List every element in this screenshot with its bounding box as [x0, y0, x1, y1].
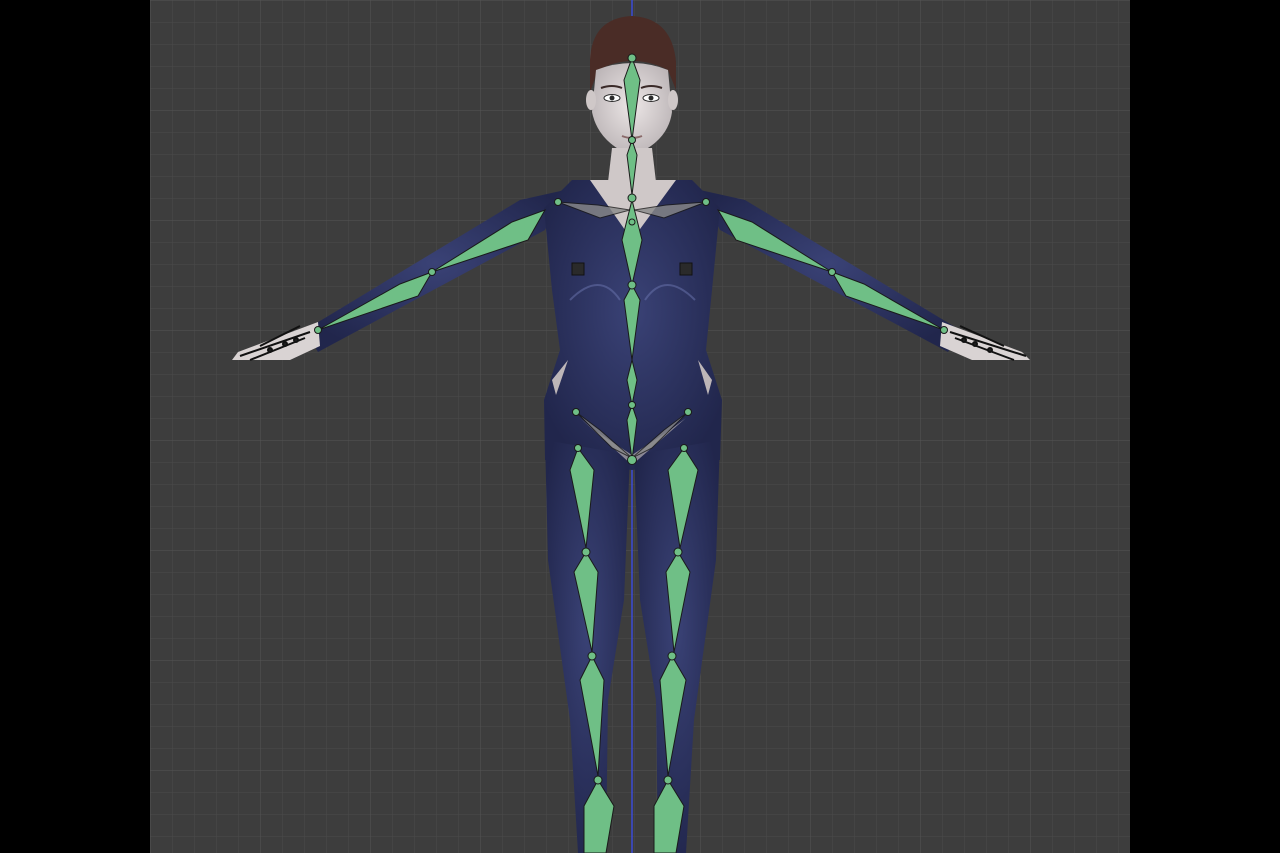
- viewport-canvas[interactable]: [150, 0, 1130, 853]
- bone-breast-left[interactable]: [571, 262, 585, 276]
- ear-left: [586, 90, 596, 110]
- letterbox-left: [0, 0, 150, 853]
- 3d-viewport[interactable]: [150, 0, 1130, 853]
- ear-right: [668, 90, 678, 110]
- letterbox-right: [1130, 0, 1280, 853]
- bone-breast-right[interactable]: [679, 262, 693, 276]
